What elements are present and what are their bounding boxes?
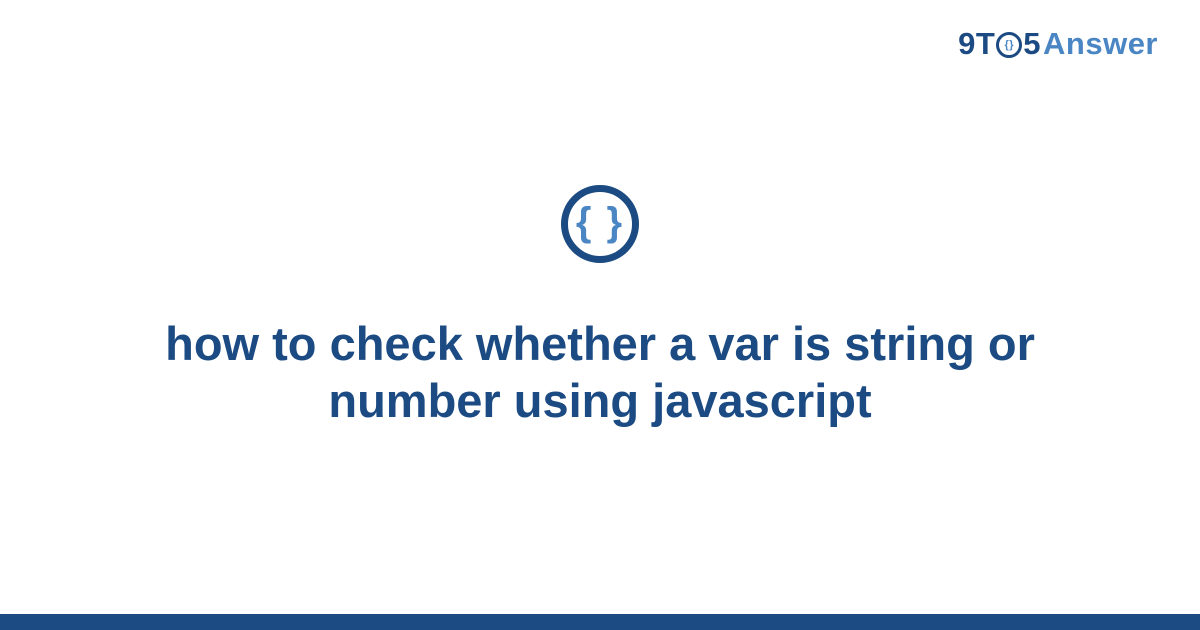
question-title: how to check whether a var is string or … (120, 315, 1080, 430)
footer-accent-bar (0, 614, 1200, 630)
category-badge: { } (561, 185, 639, 263)
braces-icon: { } (576, 202, 624, 242)
hero-section: { } how to check whether a var is string… (0, 0, 1200, 614)
